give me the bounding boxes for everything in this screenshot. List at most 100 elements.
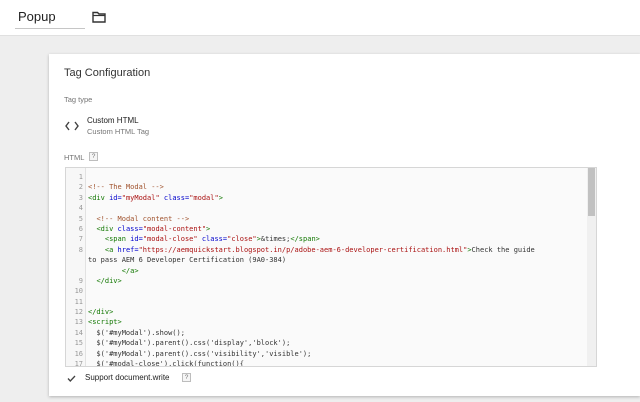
code-line: </a> [66,266,581,276]
code-line: 5 <!-- Modal content --> [66,214,581,224]
line-number: 9 [78,276,83,285]
code-line: 6 <div class="modal-content"> [66,224,581,234]
code-token: <!-- The Modal --> [88,183,164,192]
tag-type-subtitle: Custom HTML Tag [87,127,150,136]
line-number: 1 [78,173,83,181]
code-line: 10 [66,286,581,296]
code-line: 11 [66,297,581,307]
code-text: <script> [88,317,122,327]
line-number: 16 [74,349,83,358]
code-text: </div> [88,276,122,286]
code-token: <div [88,193,105,202]
code-token: </span> [290,235,320,244]
code-icon [65,121,79,131]
code-token: <script> [88,318,122,327]
line-number: 4 [78,204,83,213]
code-text: $('#myModal').show(); [88,328,185,338]
code-token: </div> [96,276,122,285]
code-token: "https://aemquickstart.blogspot.in/p/ado… [138,245,468,254]
line-number: 13 [74,318,83,327]
line-number: 3 [78,193,83,202]
support-document-write-label[interactable]: Support document.write [85,373,170,382]
code-line: 8 <a href="https://aemquickstart.blogspo… [66,245,581,255]
code-token: "modal-close" [142,235,198,244]
line-number: 8 [78,245,83,254]
help-icon[interactable]: ? [89,152,98,161]
tag-type-name[interactable]: Custom HTML [87,116,139,125]
folder-icon[interactable] [92,11,106,23]
editor-scrollbar-thumb[interactable] [588,168,595,216]
code-editor[interactable]: 1 2 <!-- The Modal --> 3 <div id="myModal" c… [65,167,597,367]
code-line: 14 $('#myModal').show(); [66,328,581,338]
line-number: 7 [78,235,83,244]
code-token: $('#myModal').parent().css('display','bl… [88,339,291,348]
code-text: <span id="modal-close" class="close">&ti… [88,234,320,244]
code-token: "myModal" [121,193,160,202]
code-text: to pass AEM 6 Developer Certification (9… [88,255,286,265]
code-text: <a href="https://aemquickstart.blogspot.… [88,245,535,255]
line-number: 10 [74,287,83,296]
code-line: 16 $('#myModal').parent().css('visibilit… [66,349,581,359]
code-text: <!-- The Modal --> [88,182,164,192]
code-token: </div> [88,308,114,317]
code-token: to pass AEM 6 Developer Certification (9… [88,256,287,265]
editor-scrollbar[interactable] [587,168,596,366]
code-line: 3 <div id="myModal" class="modal"> [66,193,581,203]
code-token: class= [117,224,143,233]
code-text: <div id="myModal" class="modal"> [88,193,223,203]
line-number: 12 [74,308,83,317]
code-line: 12 </div> [66,307,581,317]
code-token: "close" [227,235,257,244]
code-token: Check the guide [471,245,535,254]
code-token: > [206,224,211,233]
tag-configuration-card: Tag Configuration Tag type Custom HTML C… [49,54,640,396]
code-text: $('#myModal').parent().css('display','bl… [88,338,290,348]
line-number: 17 [74,360,83,367]
code-token: id= [109,193,122,202]
card-title: Tag Configuration [64,67,151,79]
code-token: $('#modal-close').click(function(){ [88,360,244,367]
code-token: <div [96,224,114,233]
help-icon[interactable]: ? [182,373,191,382]
code-text: <div class="modal-content"> [88,224,210,234]
code-token: class= [201,235,228,244]
code-text: <!-- Modal content --> [88,214,189,224]
code-token: &times; [260,235,291,244]
line-number: 2 [78,183,83,192]
code-token: "modal-content" [142,224,207,233]
code-line: 9 </div> [66,276,581,286]
code-line: 17 $('#modal-close').click(function(){ [66,359,581,367]
check-icon[interactable] [67,375,76,382]
tag-type-label: Tag type [64,95,93,104]
code-text: $('#modal-close').click(function(){ [88,359,244,367]
code-text: </a> [88,266,139,276]
code-token: class= [163,193,190,202]
line-number: 11 [74,297,83,306]
code-token: $('#myModal').parent().css('visibility',… [88,349,312,358]
code-line: 15 $('#myModal').parent().css('display',… [66,338,581,348]
code-token: <span [104,235,126,244]
line-number: 5 [78,214,83,223]
code-token: href= [117,245,139,254]
code-line: to pass AEM 6 Developer Certification (9… [66,255,581,265]
code-token: id= [130,235,143,244]
tag-name-input[interactable]: Popup [15,5,85,29]
line-number: 6 [78,224,83,233]
line-number: 15 [74,339,83,348]
code-text: $('#myModal').parent().css('visibility',… [88,349,311,359]
line-number: 14 [74,328,83,337]
code-line: 13 <script> [66,317,581,327]
code-line: 4 [66,203,581,213]
code-line: 2 <!-- The Modal --> [66,182,581,192]
code-token: <!-- Modal content --> [96,214,190,223]
code-token: $('#myModal').show(); [88,328,185,337]
code-line: 1 [66,172,581,182]
code-line: 7 <span id="modal-close" class="close">&… [66,234,581,244]
code-token: "modal" [189,193,219,202]
top-bar: Popup [0,0,640,36]
code-token: > [218,193,223,202]
code-text: </div> [88,307,113,317]
